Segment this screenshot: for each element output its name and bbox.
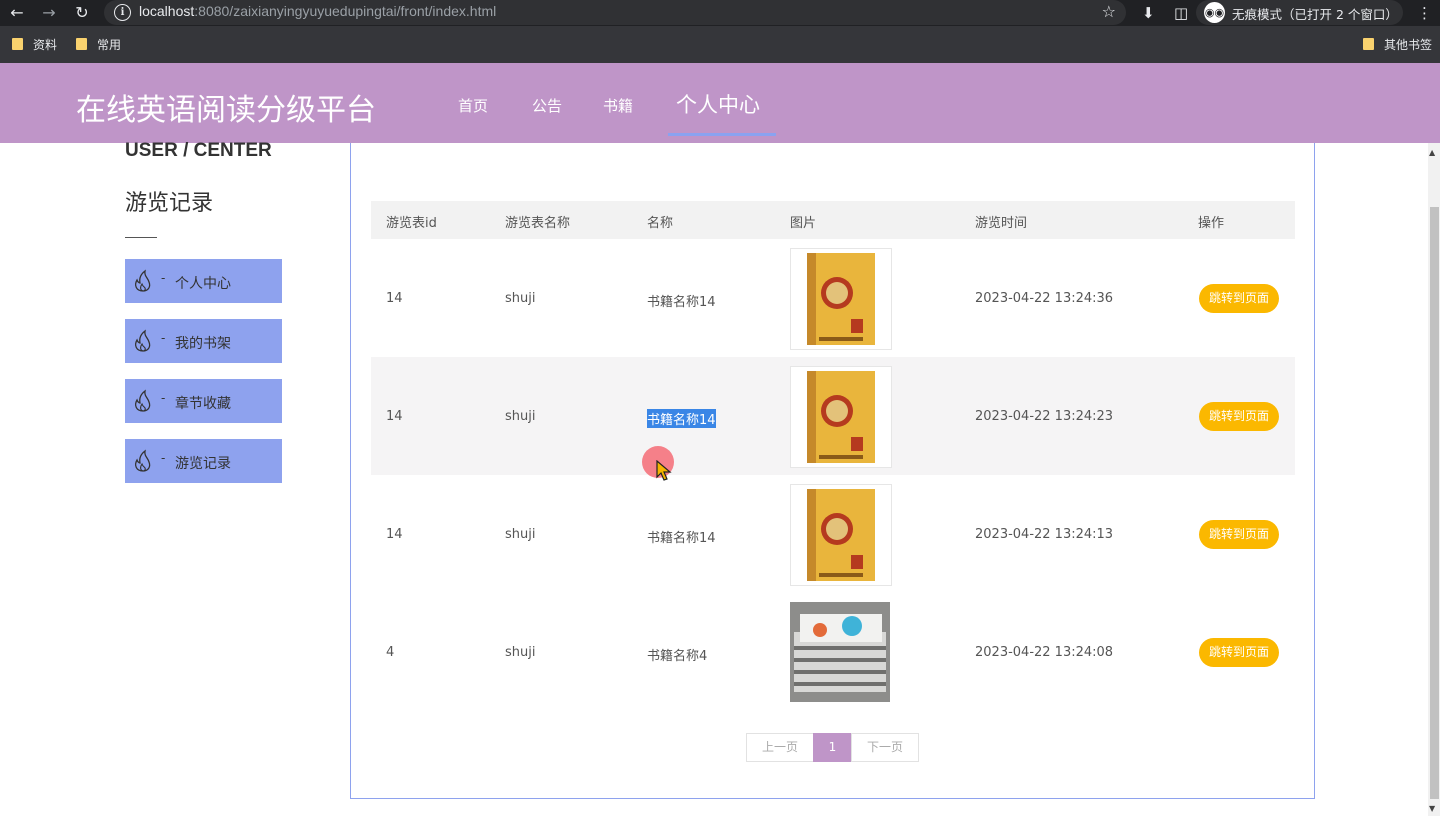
sidebar-item-dash: - (161, 331, 166, 345)
book-cover-thumbnail[interactable] (790, 484, 892, 586)
cell-name: 书籍名称4 (647, 649, 708, 664)
history-panel: 游览表id 游览表名称 名称 图片 游览时间 操作 14 shuji 书籍名称1… (350, 143, 1315, 799)
sidebar-item-label: 游览记录 (175, 456, 231, 472)
bookmark-star-icon[interactable]: ☆ (1102, 2, 1116, 21)
menu-kebab-icon[interactable]: ⋮ (1417, 3, 1432, 23)
book-cover-image (807, 371, 875, 463)
site-header: 在线英语阅读分级平台 首页 公告 书籍 个人中心 (0, 63, 1440, 143)
jump-to-page-button[interactable]: 跳转到页面 (1199, 638, 1279, 667)
download-icon[interactable]: ⬇ (1142, 3, 1155, 23)
cell-time: 2023-04-22 13:24:08 (975, 645, 1114, 660)
sidebar-item-label: 个人中心 (175, 276, 231, 292)
book-cover-image (807, 489, 875, 581)
cell-time: 2023-04-22 13:24:13 (975, 527, 1114, 542)
flame-icon (135, 389, 151, 412)
column-header-time: 游览时间 (975, 216, 1028, 231)
mouse-cursor-icon (656, 460, 672, 481)
nav-user-center[interactable]: 个人中心 (676, 89, 760, 119)
cell-time: 2023-04-22 13:24:23 (975, 409, 1114, 424)
flame-icon (135, 269, 151, 292)
side-panel-icon[interactable]: ◫ (1174, 3, 1188, 23)
cell-name: 书籍名称14 (647, 295, 716, 310)
sidebar-item-dash: - (161, 271, 166, 285)
jump-to-page-button[interactable]: 跳转到页面 (1199, 520, 1279, 549)
table-header: 游览表id 游览表名称 名称 图片 游览时间 操作 (371, 201, 1295, 239)
cell-table-name: shuji (505, 291, 536, 306)
column-header-name: 名称 (647, 216, 674, 231)
sidebar-title-cn: 游览记录 (125, 191, 214, 216)
cell-time: 2023-04-22 13:24:36 (975, 291, 1114, 306)
table-row: 14 shuji 书籍名称14 2023-04-22 13:24:23 跳转到页… (371, 357, 1295, 475)
nav-active-underline (668, 133, 776, 136)
site-title: 在线英语阅读分级平台 (76, 93, 376, 128)
sidebar-item-browse-history[interactable]: - 游览记录 (125, 439, 282, 483)
book-cover-thumbnail[interactable] (790, 366, 892, 468)
next-page-button[interactable]: 下一页 (851, 733, 919, 762)
cell-id: 4 (386, 645, 395, 660)
address-bar[interactable]: i localhost:8080/zaixianyingyuyuedupingt… (104, 0, 1126, 25)
book-cover-image (807, 253, 875, 345)
bookmark-folder-changyong[interactable]: 常用 (76, 36, 121, 53)
nav-home[interactable]: 首页 (458, 95, 488, 116)
book-cover-thumbnail[interactable] (790, 248, 892, 350)
nav-books[interactable]: 书籍 (603, 95, 633, 116)
table-row: 4 shuji 书籍名称4 2023-04-22 13:24:08 跳转到页面 (371, 593, 1295, 711)
cell-name: 书籍名称14 (647, 531, 716, 546)
cell-table-name: shuji (505, 527, 536, 542)
incognito-indicator[interactable]: ◉◉ 无痕模式（已打开 2 个窗口） (1196, 0, 1403, 25)
sidebar-title-en: USER / CENTER (125, 140, 272, 161)
incognito-label: 无痕模式（已打开 2 个窗口） (1232, 7, 1398, 22)
sidebar-item-dash: - (161, 451, 166, 465)
folder-icon (12, 38, 23, 50)
column-header-action: 操作 (1198, 216, 1225, 231)
site-info-icon[interactable]: i (114, 4, 131, 21)
back-arrow-icon[interactable]: ← (6, 2, 28, 24)
incognito-icon: ◉◉ (1204, 2, 1225, 23)
page-number-current[interactable]: 1 (813, 733, 852, 762)
sidebar-divider (125, 237, 157, 238)
url-text: localhost:8080/zaixianyingyuyuedupingtai… (139, 3, 497, 19)
column-header-table-name: 游览表名称 (505, 216, 571, 231)
cell-name-selected: 书籍名称14 (647, 409, 716, 428)
cell-table-name: shuji (505, 409, 536, 424)
jump-to-page-button[interactable]: 跳转到页面 (1199, 284, 1279, 313)
scrollbar-thumb[interactable] (1430, 207, 1439, 799)
sidebar-item-label: 章节收藏 (175, 396, 231, 412)
book-cover-thumbnail[interactable] (790, 602, 890, 702)
nav-notice[interactable]: 公告 (532, 95, 562, 116)
sidebar-item-user-center[interactable]: - 个人中心 (125, 259, 282, 303)
bookmark-folder-other[interactable]: 其他书签 (1363, 36, 1432, 53)
cell-id: 14 (386, 527, 403, 542)
book-stack-image (790, 602, 890, 702)
flame-icon (135, 329, 151, 352)
sidebar-item-bookshelf[interactable]: - 我的书架 (125, 319, 282, 363)
scroll-up-arrow-icon[interactable]: ▲ (1429, 148, 1435, 157)
sidebar-item-label: 我的书架 (175, 336, 231, 352)
forward-arrow-icon[interactable]: → (38, 2, 60, 24)
bookmark-folder-ziliao[interactable]: 资料 (12, 36, 57, 53)
scroll-down-arrow-icon[interactable]: ▼ (1429, 804, 1435, 813)
table-row: 14 shuji 书籍名称14 2023-04-22 13:24:36 跳转到页… (371, 239, 1295, 357)
table-row: 14 shuji 书籍名称14 2023-04-22 13:24:13 跳转到页… (371, 475, 1295, 593)
jump-to-page-button[interactable]: 跳转到页面 (1199, 402, 1279, 431)
flame-icon (135, 449, 151, 472)
cell-id: 14 (386, 409, 403, 424)
browser-toolbar: ← → ↻ i localhost:8080/zaixianyingyuyued… (0, 0, 1440, 26)
folder-icon (76, 38, 87, 50)
cell-table-name: shuji (505, 645, 536, 660)
column-header-image: 图片 (790, 216, 817, 231)
sidebar-item-chapter-favorites[interactable]: - 章节收藏 (125, 379, 282, 423)
folder-icon (1363, 38, 1374, 50)
sidebar-item-dash: - (161, 391, 166, 405)
reload-icon[interactable]: ↻ (71, 2, 93, 24)
prev-page-button[interactable]: 上一页 (746, 733, 814, 762)
bookmarks-bar: 资料 常用 其他书签 (0, 26, 1440, 63)
cell-id: 14 (386, 291, 403, 306)
column-header-id: 游览表id (386, 216, 437, 231)
